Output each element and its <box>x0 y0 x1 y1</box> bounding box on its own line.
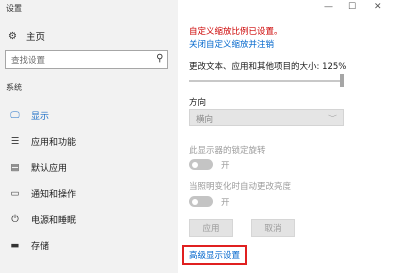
gear-icon: ⚙ <box>8 30 17 42</box>
sidebar-item-label: 显示 <box>31 111 50 122</box>
sidebar-item-label: 存储 <box>31 241 50 252</box>
main-panel: — ☐ ✕ 自定义缩放比例已设置。 关闭自定义缩放并注销 更改文本、应用和其他项… <box>178 0 400 273</box>
maximize-button[interactable]: ☐ <box>348 2 356 12</box>
toggle-knob <box>192 161 198 168</box>
sidebar-item-power[interactable]: ⏻ 电源和睡眠 <box>0 208 178 230</box>
sidebar: 设置 ⚙ 主页 查找设置 ⚲ 系统 🖵 显示 ☰ 应用和功能 ▤ 默认应用 ▭ … <box>0 0 178 273</box>
auto-brightness-state: 开 <box>221 198 230 208</box>
sidebar-item-default-apps[interactable]: ▤ 默认应用 <box>0 156 178 178</box>
minimize-button[interactable]: — <box>324 2 333 12</box>
search-icon[interactable]: ⚲ <box>156 53 163 64</box>
toggle-knob <box>192 198 198 205</box>
cancel-button[interactable]: 取消 <box>251 219 295 237</box>
sidebar-item-display[interactable]: 🖵 显示 <box>0 104 178 126</box>
auto-brightness-toggle[interactable] <box>189 196 213 207</box>
window-title: 设置 <box>6 4 22 13</box>
sidebar-item-label: 电源和睡眠 <box>31 215 77 226</box>
sidebar-item-label: 通知和操作 <box>31 189 77 200</box>
orientation-value: 横向 <box>196 115 214 125</box>
apply-button[interactable]: 应用 <box>189 219 233 237</box>
sidebar-item-notifications[interactable]: ▭ 通知和操作 <box>0 182 178 204</box>
search-input[interactable]: 查找设置 ⚲ <box>5 50 168 69</box>
advanced-display-settings-link[interactable]: 高级显示设置 <box>189 249 240 261</box>
section-label: 系统 <box>6 83 22 92</box>
sidebar-item-label: 应用和功能 <box>31 137 77 148</box>
search-placeholder: 查找设置 <box>11 56 46 66</box>
apps-list-icon: ☰ <box>10 135 20 147</box>
rotation-lock-state: 开 <box>221 161 230 171</box>
auto-brightness-label: 当照明变化时自动更改亮度 <box>189 182 292 192</box>
orientation-dropdown[interactable]: 横向 ﹀ <box>189 109 344 126</box>
monitor-icon: 🖵 <box>10 109 20 121</box>
close-button[interactable]: ✕ <box>374 2 382 12</box>
sidebar-home-label: 主页 <box>26 32 46 43</box>
rotation-lock-toggle[interactable] <box>189 159 213 170</box>
scale-warning: 自定义缩放比例已设置。 <box>189 27 283 37</box>
sidebar-home[interactable]: ⚙ 主页 <box>8 28 45 44</box>
power-icon: ⏻ <box>11 213 19 225</box>
rotation-lock-label: 此显示器的锁定旋转 <box>189 146 266 156</box>
sidebar-item-label: 默认应用 <box>31 163 68 174</box>
notifications-icon: ▭ <box>10 187 20 199</box>
turn-off-custom-scaling-link[interactable]: 关闭自定义缩放并注销 <box>189 38 274 50</box>
scale-label: 更改文本、应用和其他项目的大小: 125% <box>189 62 347 72</box>
advanced-display-settings-highlight: 高级显示设置 <box>182 245 247 265</box>
orientation-heading: 方向 <box>189 98 207 108</box>
storage-icon: ▬ <box>10 239 20 251</box>
scale-slider-track[interactable] <box>189 80 343 82</box>
default-apps-icon: ▤ <box>10 161 20 173</box>
chevron-down-icon: ﹀ <box>327 115 337 123</box>
scale-slider-thumb[interactable] <box>340 74 344 87</box>
sidebar-item-apps[interactable]: ☰ 应用和功能 <box>0 130 178 152</box>
sidebar-item-storage[interactable]: ▬ 存储 <box>0 234 178 256</box>
